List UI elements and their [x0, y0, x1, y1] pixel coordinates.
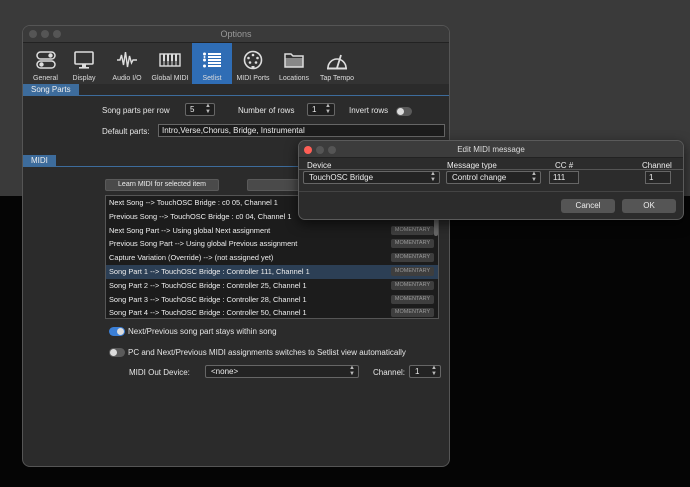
device-value: TouchOSC Bridge [309, 173, 374, 182]
list-icon [199, 47, 225, 73]
monitor-icon [71, 47, 97, 73]
cc-number-input[interactable]: 111 [549, 171, 579, 184]
number-of-rows-label: Number of rows [238, 106, 295, 115]
song-parts-per-row-label: Song parts per row [102, 106, 170, 115]
cancel-button[interactable]: Cancel [561, 199, 615, 213]
toggles-icon [33, 47, 59, 73]
invert-rows-label: Invert rows [349, 106, 389, 115]
switch-to-setlist-label: PC and Next/Previous MIDI assignments sw… [128, 348, 406, 357]
song-parts-per-row-value: 5 [190, 105, 195, 114]
select-arrows-icon: ▲ ▼ [430, 171, 436, 183]
list-item[interactable]: Song Part 2 --> TouchOSC Bridge : Contro… [106, 279, 438, 293]
tab-audio-io-label: Audio I/O [112, 75, 142, 82]
tab-tap-tempo-label: Tap Tempo [319, 75, 355, 82]
stepper-arrows-icon: ▲ ▼ [205, 103, 211, 115]
device-select[interactable]: TouchOSC Bridge ▲ ▼ [303, 171, 440, 184]
ok-button[interactable]: OK [622, 199, 676, 213]
list-item[interactable]: Previous Song Part --> Using global Prev… [106, 237, 438, 251]
number-of-rows-stepper[interactable]: 1 ▲ ▼ [307, 103, 335, 116]
waveform-icon [114, 47, 140, 73]
tab-general-label: General [33, 75, 58, 82]
list-item[interactable]: Song Part 4 --> TouchOSC Bridge : Contro… [106, 306, 438, 318]
midi-out-device-value: <none> [211, 367, 239, 376]
dialog-separator [299, 191, 683, 192]
folder-icon [281, 47, 307, 73]
default-parts-label: Default parts: [102, 127, 150, 136]
midi-out-device-label: MIDI Out Device: [129, 368, 190, 377]
select-arrows-icon: ▲ ▼ [531, 171, 537, 183]
song-parts-per-row-stepper[interactable]: 5 ▲ ▼ [185, 103, 215, 116]
dialog-title: Edit MIDI message [457, 145, 525, 154]
midi-channel-value: 1 [415, 367, 420, 376]
learn-midi-button[interactable]: Learn MIDI for selected item [105, 179, 219, 191]
dialog-title-bar: Edit MIDI message [299, 141, 683, 158]
invert-rows-toggle[interactable] [396, 107, 412, 116]
list-item[interactable]: Capture Variation (Override) --> (not as… [106, 251, 438, 265]
edit-midi-dialog: Edit MIDI message Device Message type CC… [298, 140, 684, 220]
message-type-select[interactable]: Control change ▲ ▼ [446, 171, 541, 184]
stepper-arrows-icon: ▲ ▼ [325, 103, 331, 115]
list-item[interactable]: Song Part 3 --> TouchOSC Bridge : Contro… [106, 293, 438, 307]
tab-locations-label: Locations [279, 75, 309, 82]
momentary-badge[interactable]: MOMENTARY [391, 239, 434, 249]
tab-display-label: Display [72, 75, 96, 82]
list-item-selected[interactable]: Song Part 1 --> TouchOSC Bridge : Contro… [106, 264, 438, 279]
momentary-badge[interactable]: MOMENTARY [391, 280, 434, 290]
momentary-badge[interactable]: MOMENTARY [391, 308, 434, 318]
list-item[interactable]: Next Song Part --> Using global Next ass… [106, 224, 438, 238]
number-of-rows-value: 1 [312, 105, 317, 114]
keyboard-icon [157, 47, 183, 73]
message-type-value: Control change [452, 173, 507, 182]
stay-within-song-label: Next/Previous song part stays within son… [128, 327, 277, 336]
switch-to-setlist-toggle[interactable] [109, 348, 125, 357]
midi-out-device-select[interactable]: <none> ▲ ▼ [205, 365, 359, 378]
options-window: Options General Display Audio I/O Global… [22, 25, 450, 467]
default-parts-input[interactable]: Intro,Verse,Chorus, Bridge, Instrumental [158, 124, 445, 137]
tab-setlist-label: Setlist [202, 75, 222, 82]
tab-midi-ports-label: MIDI Ports [236, 75, 270, 82]
select-arrows-icon: ▲ ▼ [431, 365, 437, 377]
momentary-badge[interactable]: MOMENTARY [391, 266, 434, 276]
title-bar: Options [23, 26, 449, 43]
header-divider [299, 169, 683, 170]
select-arrows-icon: ▲ ▼ [349, 365, 355, 377]
momentary-badge[interactable]: MOMENTARY [391, 225, 434, 235]
tab-global-midi-label: Global MIDI [151, 75, 189, 82]
metronome-icon [324, 47, 350, 73]
momentary-badge[interactable]: MOMENTARY [391, 253, 434, 263]
midi-port-icon [240, 47, 266, 73]
window-title: Options [220, 29, 252, 39]
midi-channel-select[interactable]: 1 ▲ ▼ [409, 365, 441, 378]
channel-label: Channel: [373, 368, 406, 377]
song-parts-section-header: Song Parts [23, 84, 449, 96]
stay-within-song-toggle[interactable] [109, 327, 125, 336]
channel-input[interactable]: 1 [645, 171, 671, 184]
momentary-badge[interactable]: MOMENTARY [391, 294, 434, 304]
